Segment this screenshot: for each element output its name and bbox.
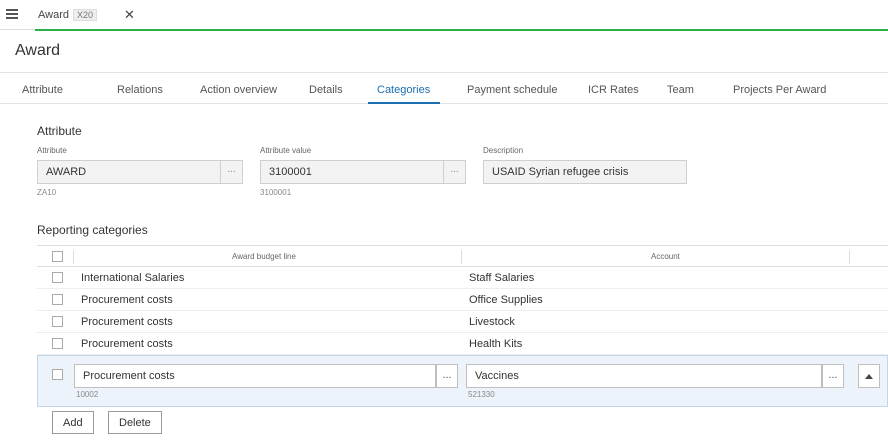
page-title: Award — [15, 42, 61, 59]
tab-attribute[interactable]: Attribute — [22, 84, 63, 96]
add-button[interactable]: Add — [52, 411, 94, 434]
document-tab-badge: X20 — [72, 9, 97, 21]
row-checkbox[interactable] — [52, 316, 63, 327]
row-checkbox[interactable] — [52, 294, 63, 305]
grid-header: Award budget line Account — [37, 245, 888, 267]
attribute-section-title: Attribute — [37, 124, 82, 138]
table-row[interactable]: Procurement costs Office Supplies — [37, 289, 888, 311]
budget-line-lookup-button[interactable]: ... — [436, 364, 458, 388]
tab-details[interactable]: Details — [309, 84, 343, 96]
column-header-budget-line[interactable]: Award budget line — [232, 252, 296, 261]
budget-line-input[interactable]: Procurement costs — [74, 364, 436, 388]
tab-categories[interactable]: Categories — [377, 84, 430, 96]
tab-action-overview[interactable]: Action overview — [200, 84, 277, 96]
attribute-value-text: AWARD — [46, 166, 87, 178]
attribute-value-field[interactable]: 3100001 ... — [260, 160, 466, 184]
tab-relations[interactable]: Relations — [117, 84, 163, 96]
budget-line-code: 10002 — [76, 390, 99, 399]
account-cell: Livestock — [469, 316, 515, 328]
description-field[interactable]: USAID Syrian refugee crisis — [483, 160, 687, 184]
attribute-lookup-button[interactable]: ... — [220, 161, 242, 183]
table-row[interactable]: International Salaries Staff Salaries — [37, 267, 888, 289]
document-tab[interactable]: Award X20 ✕ — [28, 0, 140, 30]
table-row[interactable]: Procurement costs Health Kits — [37, 333, 888, 355]
budget-line-cell: International Salaries — [81, 272, 185, 284]
column-header-account[interactable]: Account — [651, 252, 680, 261]
attribute-label: Attribute — [37, 146, 67, 155]
close-icon[interactable]: ✕ — [124, 7, 135, 23]
budget-line-cell: Procurement costs — [81, 338, 173, 350]
account-cell: Staff Salaries — [469, 272, 535, 284]
document-tab-title: Award — [38, 9, 69, 21]
attribute-code: ZA10 — [37, 188, 57, 197]
row-checkbox[interactable] — [52, 369, 63, 380]
delete-button[interactable]: Delete — [108, 411, 162, 434]
description-value: USAID Syrian refugee crisis — [492, 166, 629, 178]
row-checkbox[interactable] — [52, 272, 63, 283]
attribute-value-code: 3100001 — [260, 188, 292, 197]
attribute-value-label: Attribute value — [260, 146, 312, 155]
top-bar: Award X20 ✕ — [0, 0, 888, 30]
description-label: Description — [483, 146, 524, 155]
account-cell: Office Supplies — [469, 294, 543, 306]
column-separator — [73, 250, 74, 264]
budget-line-cell: Procurement costs — [81, 294, 173, 306]
attribute-value-lookup-button[interactable]: ... — [443, 161, 465, 183]
editing-row: Procurement costs ... Vaccines ... 10002… — [37, 355, 888, 407]
attribute-value-value: 3100001 — [269, 166, 312, 178]
account-lookup-button[interactable]: ... — [822, 364, 844, 388]
document-tab-underline — [35, 29, 888, 31]
reporting-categories-title: Reporting categories — [37, 223, 148, 237]
column-separator — [849, 250, 850, 264]
account-input[interactable]: Vaccines — [466, 364, 822, 388]
account-cell: Health Kits — [469, 338, 523, 350]
select-all-checkbox[interactable] — [52, 251, 63, 262]
column-separator — [461, 250, 462, 264]
tab-payment-schedule[interactable]: Payment schedule — [467, 84, 558, 96]
collapse-row-button[interactable] — [858, 364, 880, 388]
tab-projects-per-award[interactable]: Projects Per Award — [733, 84, 826, 96]
table-row[interactable]: Procurement costs Livestock — [37, 311, 888, 333]
tab-bar: Attribute Relations Action overview Deta… — [0, 72, 888, 104]
budget-line-cell: Procurement costs — [81, 316, 173, 328]
account-code: 521330 — [468, 390, 495, 399]
tab-team[interactable]: Team — [667, 84, 694, 96]
hamburger-menu-icon[interactable] — [6, 9, 18, 19]
active-tab-indicator — [368, 102, 440, 104]
row-checkbox[interactable] — [52, 338, 63, 349]
tab-icr-rates[interactable]: ICR Rates — [588, 84, 639, 96]
attribute-field[interactable]: AWARD ... — [37, 160, 243, 184]
chevron-up-icon — [865, 374, 873, 379]
